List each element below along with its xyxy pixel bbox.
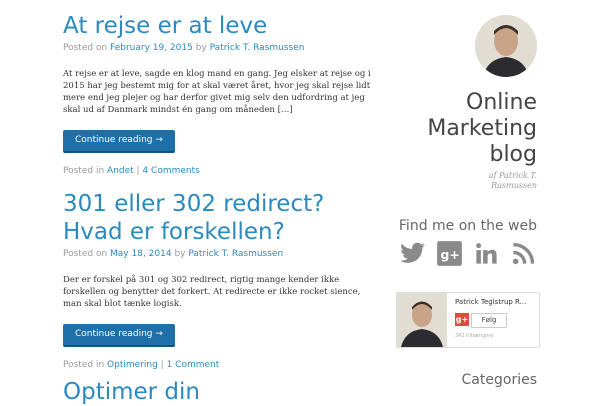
- google-plus-icon: g+: [455, 313, 469, 326]
- post-1: At rejse er at leve Posted on February 1…: [63, 12, 373, 176]
- post-footer-meta: Posted in Andet | 4 Comments: [63, 166, 200, 176]
- google-plus-badge[interactable]: Patrick Teglstrup R... g+ Følg 342 tilhæ…: [396, 292, 540, 348]
- svg-text:g+: g+: [441, 248, 460, 262]
- follow-button[interactable]: Følg: [471, 313, 507, 328]
- post-excerpt: At rejse er at leve, sagde en klog mand …: [63, 69, 371, 115]
- post-author-link[interactable]: Patrick T. Rasmussen: [188, 249, 283, 259]
- social-links: g+: [399, 240, 537, 267]
- badge-avatar: [397, 293, 447, 347]
- google-plus-icon[interactable]: g+: [436, 240, 463, 267]
- rss-icon[interactable]: [510, 240, 537, 267]
- post-title[interactable]: At rejse er at leve: [63, 12, 373, 40]
- post-date-link[interactable]: May 18, 2014: [110, 249, 172, 259]
- post-title[interactable]: Optimer din: [63, 378, 373, 406]
- blog-subtitle: af Patrick T. Rasmussen: [488, 171, 537, 190]
- find-me-heading: Find me on the web: [398, 218, 537, 234]
- linkedin-icon[interactable]: [473, 240, 500, 267]
- categories-heading: Categories: [461, 372, 537, 388]
- post-2: 301 eller 302 redirect? Hvad er forskell…: [63, 190, 373, 370]
- blog-title[interactable]: Online Marketing blog: [377, 90, 537, 168]
- post-title[interactable]: 301 eller 302 redirect? Hvad er forskell…: [63, 190, 373, 246]
- post-excerpt: Der er forskel på 301 og 302 redirect, r…: [63, 275, 361, 309]
- continue-reading-button[interactable]: Continue reading →: [63, 130, 175, 153]
- post-comments-link[interactable]: 4 Comments: [142, 166, 199, 176]
- avatar: [475, 15, 537, 77]
- post-category-link[interactable]: Optimering: [107, 360, 158, 370]
- post-date-link[interactable]: February 19, 2015: [110, 43, 193, 53]
- continue-reading-button[interactable]: Continue reading →: [63, 324, 175, 347]
- post-comments-link[interactable]: 1 Comment: [167, 360, 220, 370]
- follower-count: 342 tilhængere: [455, 333, 494, 339]
- post-meta: Posted on February 19, 2015 by Patrick T…: [63, 43, 305, 53]
- post-3: Optimer din: [63, 378, 373, 406]
- post-meta: Posted on May 18, 2014 by Patrick T. Ras…: [63, 249, 284, 259]
- post-author-link[interactable]: Patrick T. Rasmussen: [210, 43, 305, 53]
- twitter-icon[interactable]: [399, 240, 426, 267]
- post-category-link[interactable]: Andet: [107, 166, 134, 176]
- badge-name[interactable]: Patrick Teglstrup R...: [455, 298, 526, 306]
- post-footer-meta: Posted in Optimering | 1 Comment: [63, 360, 220, 370]
